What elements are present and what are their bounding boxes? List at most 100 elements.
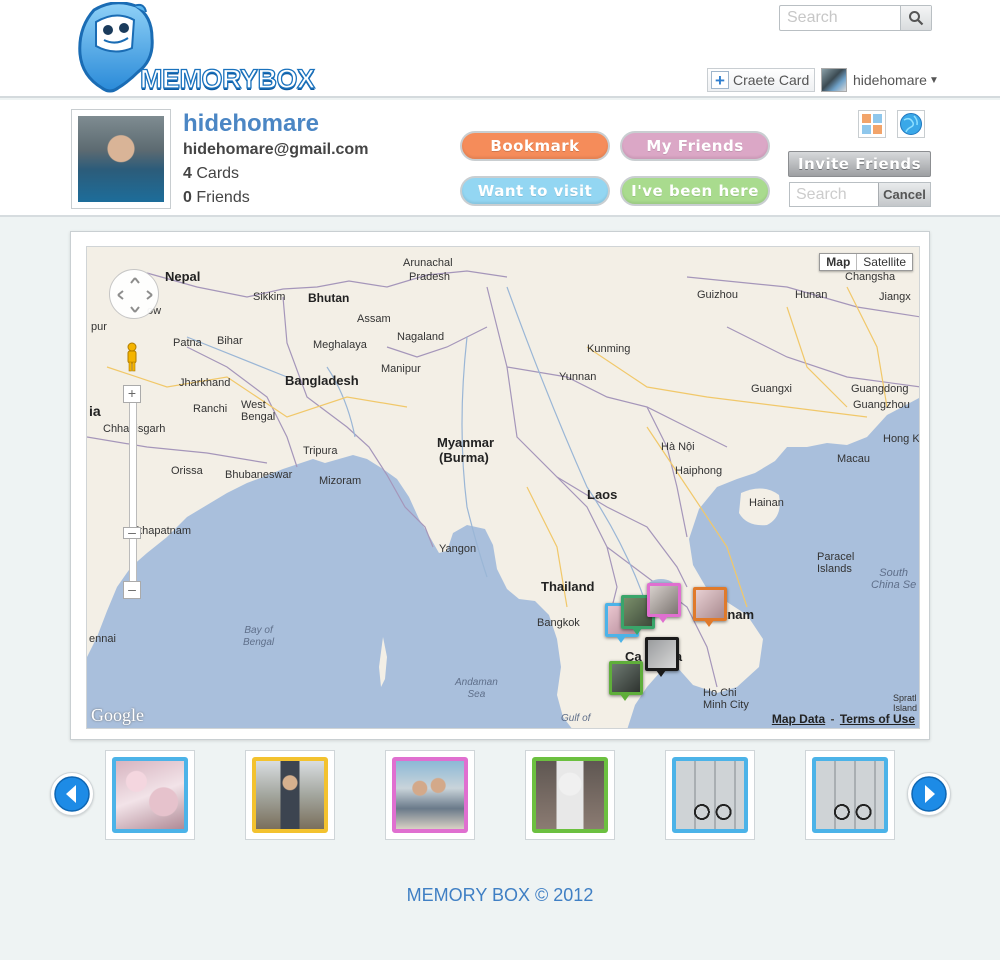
map-label-bhutan: Bhutan — [308, 291, 350, 305]
map-label-bihar: Bihar — [217, 335, 243, 347]
map-label-nepal: Nepal — [165, 269, 201, 284]
map-label-vietnam: tnam — [723, 607, 755, 622]
google-logo: Google — [91, 705, 144, 725]
map-label-guangzhou: Guangzhou — [853, 399, 910, 411]
site-header: MEMORYBOX + Craete Card hidehomare ▼ — [0, 0, 1000, 98]
user-menu[interactable]: hidehomare ▼ — [821, 68, 939, 92]
bicycle-photo — [672, 757, 748, 833]
map-photo-pin[interactable] — [693, 587, 727, 627]
thumbnail-card[interactable] — [385, 750, 475, 840]
map-footer: Map Data - Terms of Use — [772, 712, 915, 726]
thumbnail-card[interactable] — [805, 750, 895, 840]
my-friends-button[interactable]: My Friends — [620, 131, 770, 161]
map-label-meghalaya: Meghalaya — [313, 339, 367, 351]
terms-of-use-link[interactable]: Terms of Use — [840, 712, 915, 726]
been-here-label: I've been here — [631, 182, 759, 200]
profile-image — [78, 116, 164, 202]
map-label-west-bengal: West Bengal — [241, 399, 276, 423]
map-type-map-button[interactable]: Map — [820, 254, 858, 270]
map-label-andaman-sea: Andaman Sea — [455, 677, 498, 700]
zoom-in-button[interactable]: + — [123, 385, 141, 403]
map-label-manipur: Manipur — [381, 363, 421, 375]
map-label-thailand: Thailand — [541, 579, 595, 594]
memorybox-logo[interactable]: MEMORYBOX — [74, 2, 316, 96]
map-label-laos: Laos — [587, 487, 618, 502]
map-label-ranchi: Ranchi — [193, 403, 228, 415]
search-button[interactable] — [900, 6, 931, 30]
map-photo-pin[interactable] — [647, 583, 681, 623]
bookmark-button[interactable]: Bookmark — [460, 131, 610, 161]
map-label-nagaland: Nagaland — [397, 331, 445, 343]
man-hillside-photo — [252, 757, 328, 833]
zoom-slider-handle[interactable]: – — [123, 525, 141, 539]
cherry-blossom-photo — [112, 757, 188, 833]
thumbnail-card[interactable] — [105, 750, 195, 840]
map-label-pradesh: Pradesh — [409, 271, 450, 283]
map-photo-pin[interactable] — [645, 637, 679, 677]
create-card-label: Craete Card — [733, 72, 810, 88]
globe-view-button[interactable] — [897, 110, 925, 138]
map-label-guangdong: Guangdong — [851, 383, 909, 395]
map-panel: Nepal Sikkim Bhutan Arunachal Pradesh As… — [70, 231, 930, 740]
map-label-guizhou: Guizhou — [697, 289, 738, 301]
globe-icon — [900, 113, 922, 135]
grid-view-button[interactable] — [858, 110, 886, 138]
map-label-macau: Macau — [837, 453, 871, 465]
previous-button[interactable] — [50, 772, 94, 816]
map-pan-control[interactable] — [109, 269, 159, 319]
friends-stat: 0 Friends — [183, 189, 250, 207]
map-label-arunachal: Arunachal — [403, 257, 453, 269]
grid-view-icon — [862, 114, 882, 134]
map-data-link[interactable]: Map Data — [772, 712, 825, 726]
map-label-chennai: ennai — [89, 633, 116, 645]
map-label-pur: pur — [91, 321, 107, 333]
want-to-visit-label: Want to visit — [477, 182, 593, 200]
map-label-patna: Patna — [173, 337, 202, 349]
map-type-satellite-button[interactable]: Satellite — [857, 254, 912, 270]
bicycle-photo-2 — [812, 757, 888, 833]
want-to-visit-button[interactable]: Want to visit — [460, 176, 610, 206]
invite-friends-button[interactable]: Invite Friends — [788, 151, 931, 177]
pegman-icon[interactable] — [124, 342, 140, 372]
map-label-jharkhand: Jharkhand — [179, 377, 231, 389]
map-photo-pin[interactable] — [609, 661, 643, 701]
map-label-yunnan: Yunnan — [559, 371, 597, 383]
thumbnail-card[interactable] — [665, 750, 755, 840]
cards-label: Cards — [196, 165, 240, 182]
map-label-ia: ia — [89, 403, 101, 419]
friend-search-input[interactable] — [790, 183, 878, 206]
site-search — [779, 5, 932, 31]
map-canvas[interactable]: Nepal Sikkim Bhutan Arunachal Pradesh As… — [86, 246, 920, 729]
search-icon — [909, 11, 924, 26]
map-label-assam: Assam — [357, 313, 391, 325]
create-card-button[interactable]: + Craete Card — [707, 68, 815, 92]
map-label-tripura: Tripura — [303, 445, 338, 457]
profile-photo — [71, 109, 171, 209]
next-button[interactable] — [907, 772, 951, 816]
map-label-bangkok: Bangkok — [537, 617, 580, 629]
map-label-myanmar: Myanmar — [437, 435, 495, 450]
astronaut-photo — [532, 757, 608, 833]
avatar — [821, 68, 847, 92]
map-label-bay-of-bengal: Bay of Bengal — [243, 625, 275, 648]
footer-copyright: MEMORY BOX © 2012 — [406, 885, 594, 905]
map-label-spratly: Spratl Island — [893, 693, 918, 713]
friend-search: Cancel — [789, 182, 931, 207]
map-label-hunan: Hunan — [795, 289, 828, 301]
cards-count: 4 — [183, 165, 192, 182]
arrow-left-icon — [54, 776, 90, 812]
thumbnail-card[interactable] — [525, 750, 615, 840]
map-label-burma: (Burma) — [439, 450, 489, 465]
map-label-changsha: Changsha — [845, 271, 896, 283]
couple-photo — [392, 757, 468, 833]
cancel-button[interactable]: Cancel — [878, 183, 930, 206]
map-label-mizoram: Mizoram — [319, 475, 362, 487]
plus-icon: + — [711, 71, 729, 89]
been-here-button[interactable]: I've been here — [620, 176, 770, 206]
zoom-out-button[interactable]: – — [123, 581, 141, 599]
search-input[interactable] — [780, 6, 900, 30]
zoom-slider-track[interactable] — [129, 393, 137, 591]
map-label-haiphong: Haiphong — [675, 465, 723, 477]
pan-arrows-icon — [117, 277, 153, 313]
thumbnail-card[interactable] — [245, 750, 335, 840]
